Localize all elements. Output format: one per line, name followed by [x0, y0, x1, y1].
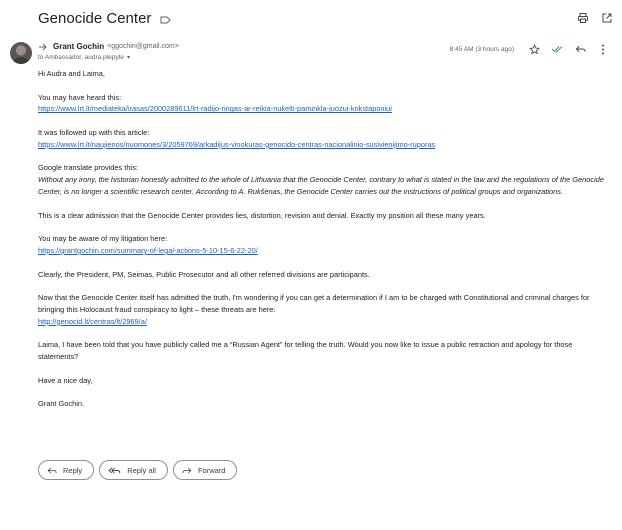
paragraph-admission: This is a clear admission that the Genoc… — [38, 210, 486, 220]
sender-email: <ggochin@gmail.com> — [107, 43, 179, 50]
paragraph-threats: Now that the Genocide Center itself has … — [38, 293, 590, 314]
replied-arrow-icon — [39, 43, 47, 50]
translated-quote: Without any irony, the historian honestl… — [38, 175, 604, 196]
sender-row: Grant Gochin <ggochin@gmail.com> — [38, 42, 179, 51]
print-icon[interactable] — [576, 11, 590, 25]
paragraph-heard: You may have heard this: — [38, 92, 122, 102]
email-body: Hi Audra and Laima, You may have heard t… — [38, 68, 608, 410]
chevron-down-icon[interactable]: ▾ — [127, 54, 130, 61]
message-meta: 8:45 AM (3 hours ago) — [450, 42, 610, 56]
paragraph-retraction: Laima, I have been told that you have pu… — [38, 340, 573, 362]
paragraph-translate: Google translate provides this: — [38, 163, 138, 173]
reply-button[interactable]: Reply — [38, 460, 95, 480]
more-vert-icon[interactable] — [596, 42, 610, 56]
paragraph-participants: Clearly, the President, PM, Seimas, Publ… — [38, 269, 370, 279]
reply-icon[interactable] — [573, 42, 587, 56]
forward-label: Forward — [197, 465, 226, 475]
forward-button[interactable]: Forward — [172, 460, 238, 480]
closing: Have a nice day, — [38, 375, 93, 385]
recipients-row[interactable]: to Ambassador, audra.plepyte ▾ — [38, 54, 130, 61]
forward-icon — [182, 467, 192, 473]
reply-all-label: Reply all — [127, 465, 156, 475]
top-actions — [576, 11, 614, 25]
reply-icon — [47, 467, 57, 473]
sender-name[interactable]: Grant Gochin — [53, 42, 104, 51]
reply-all-icon — [108, 466, 121, 474]
greeting: Hi Audra and Laima, — [38, 69, 105, 78]
email-subject: Genocide Center — [38, 10, 152, 27]
double-check-icon — [550, 42, 564, 56]
avatar[interactable] — [10, 42, 32, 64]
reply-label: Reply — [63, 465, 83, 475]
paragraph-litigation: You may be aware of my litigation here: — [38, 234, 168, 244]
link-lrt-radio[interactable]: https://www.lrt.lt/mediateka/irasas/2000… — [38, 104, 392, 113]
link-lrt-article[interactable]: https://www.lrt.lt/naujienos/nuomones/3/… — [38, 140, 435, 149]
signature: Grant Gochin. — [38, 399, 85, 409]
paragraph-followed: It was followed up with this article: — [38, 127, 150, 137]
open-in-new-window-icon[interactable] — [600, 11, 614, 25]
label-outline-icon[interactable] — [159, 13, 172, 25]
link-litigation[interactable]: https://grantgochin.com/summary-of-legal… — [38, 246, 258, 255]
link-genocid[interactable]: http://genocid.lt/centras/lt/2969/a/ — [38, 317, 147, 326]
subject-row: Genocide Center — [38, 10, 172, 27]
reply-all-button[interactable]: Reply all — [99, 460, 168, 480]
reply-actions: Reply Reply all Forward — [38, 460, 238, 480]
recipients: to Ambassador, audra.plepyte — [38, 54, 125, 61]
star-outline-icon[interactable] — [527, 42, 541, 56]
timestamp: 8:45 AM (3 hours ago) — [449, 45, 514, 53]
